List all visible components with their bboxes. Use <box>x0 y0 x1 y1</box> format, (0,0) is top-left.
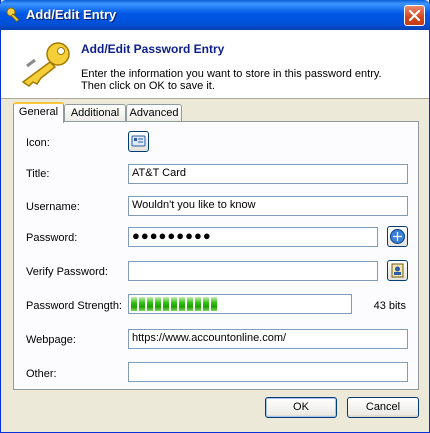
close-button[interactable] <box>404 5 425 26</box>
header-description-line1: Enter the information you want to store … <box>81 68 382 80</box>
password-label: Password: <box>26 232 78 244</box>
key-icon <box>21 42 70 87</box>
username-label: Username: <box>26 201 80 213</box>
strength-segment <box>187 297 193 311</box>
app-icon <box>6 7 20 22</box>
tab-general[interactable]: General <box>13 102 64 123</box>
strength-segment <box>211 297 217 311</box>
verify-password-icon <box>391 263 404 278</box>
generate-password-icon <box>390 229 405 244</box>
strength-segment <box>155 297 161 311</box>
title-bar[interactable]: Add/Edit Entry <box>0 0 430 30</box>
verify-password-label: Verify Password: <box>26 266 108 278</box>
title-input[interactable]: AT&T Card <box>128 164 408 184</box>
generate-password-button[interactable] <box>387 226 408 247</box>
strength-bits: 43 bits <box>373 300 406 312</box>
strength-segment <box>139 297 145 311</box>
general-tab-panel: Icon: Title: AT&T Card Username: Wouldn'… <box>13 121 419 390</box>
header-description-line2: Then click on OK to save it. <box>81 80 215 92</box>
other-input[interactable] <box>128 362 408 382</box>
username-input[interactable]: Wouldn't you like to know <box>128 196 408 216</box>
add-edit-entry-window: Add/Edit Entry Add/Edit Password Entry E… <box>0 0 430 433</box>
strength-segment <box>171 297 177 311</box>
header-title: Add/Edit Password Entry <box>81 42 225 56</box>
window-title: Add/Edit Entry <box>26 7 117 22</box>
strength-segment <box>131 297 137 311</box>
password-strength-bar <box>128 294 352 314</box>
strength-segment <box>147 297 153 311</box>
ok-button[interactable]: OK <box>265 397 337 418</box>
webpage-label: Webpage: <box>26 334 76 346</box>
strength-segment <box>163 297 169 311</box>
webpage-input[interactable]: https://www.accountonline.com/ <box>128 329 408 349</box>
strength-label: Password Strength: <box>26 300 122 312</box>
strength-segment <box>179 297 185 311</box>
cancel-button[interactable]: Cancel <box>347 397 419 418</box>
strength-segment <box>203 297 209 311</box>
close-icon <box>408 9 421 22</box>
tab-advanced[interactable]: Advanced <box>126 104 182 122</box>
strength-segment <box>195 297 201 311</box>
tab-additional[interactable]: Additional <box>64 104 126 122</box>
icon-label: Icon: <box>26 137 50 149</box>
entry-icon <box>131 135 146 147</box>
verify-password-button[interactable] <box>387 260 408 281</box>
dialog-header: Add/Edit Password Entry Enter the inform… <box>1 30 429 99</box>
verify-password-input[interactable] <box>128 261 378 281</box>
title-label: Title: <box>26 168 50 180</box>
other-label: Other: <box>26 368 57 380</box>
icon-button[interactable] <box>128 131 149 152</box>
password-input[interactable]: ●●●●●●●●● <box>128 227 378 247</box>
